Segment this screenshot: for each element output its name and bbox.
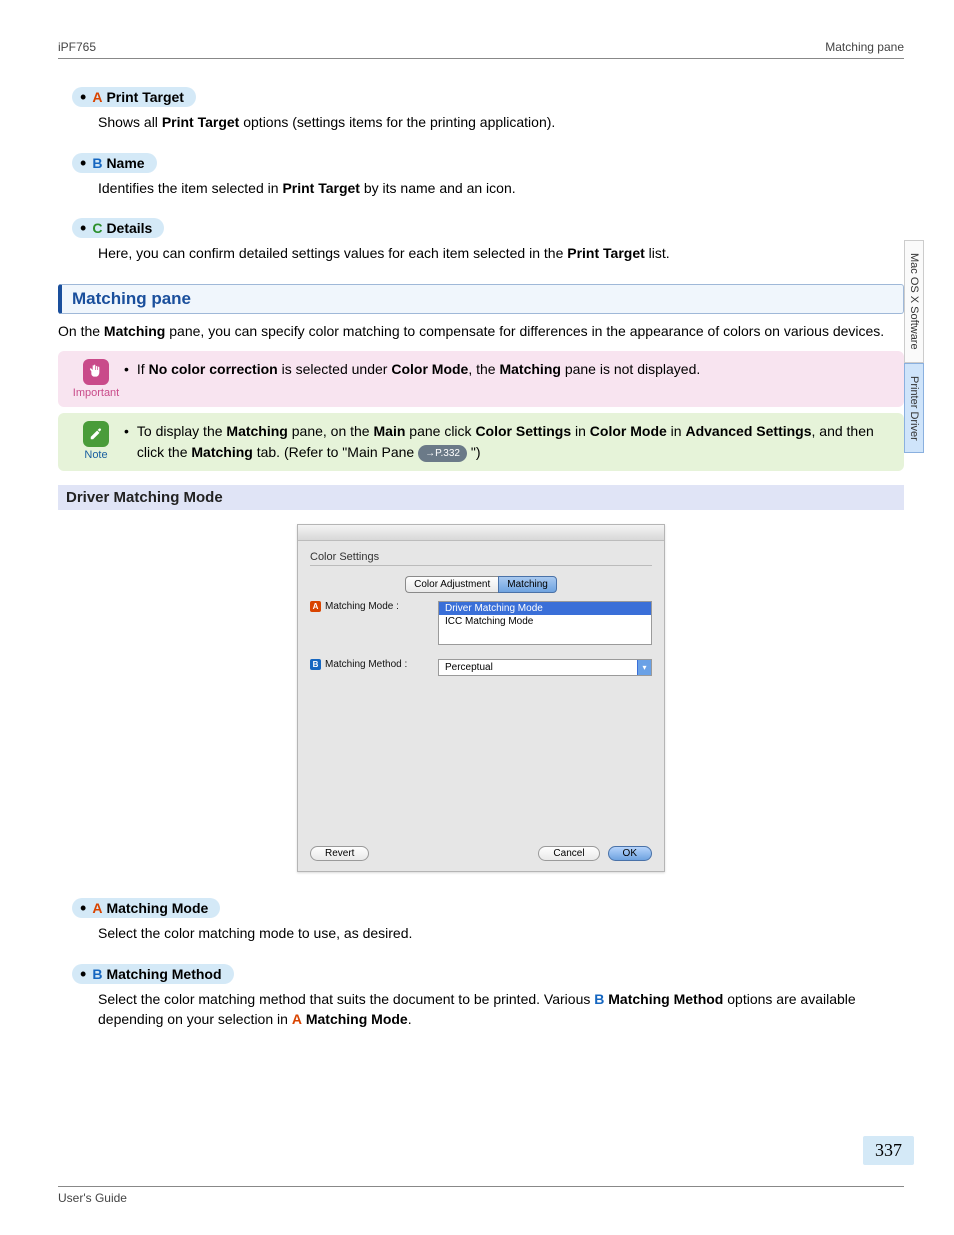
page-number: 337 (863, 1136, 914, 1165)
list-item[interactable]: ICC Matching Mode (439, 615, 651, 628)
tab-color-adjustment[interactable]: Color Adjustment (405, 576, 498, 593)
marker-a-icon: A (310, 601, 321, 612)
row-matching-method: B Matching Method : Perceptual ▾ (310, 659, 652, 676)
note-icon-col: Note (68, 421, 124, 461)
pill-name: • B Name (72, 153, 157, 173)
dialog-title: Color Settings (310, 551, 652, 566)
page-ref-link[interactable]: →P.332 (418, 445, 467, 462)
important-text: • If No color correction is selected und… (124, 359, 894, 380)
pill-matching-method: • B Matching Method (72, 964, 234, 984)
note-label: Note (68, 449, 124, 461)
pill-title: Details (106, 220, 152, 236)
item-b: • B Name Identifies the item selected in… (58, 145, 904, 199)
subheading-driver-matching-mode: Driver Matching Mode (58, 485, 904, 510)
pill-title: Matching Method (106, 966, 221, 982)
matching-method-select[interactable]: Perceptual ▾ (438, 659, 652, 676)
side-tab-mac-os-x-software[interactable]: Mac OS X Software (904, 240, 924, 363)
bullet-icon: • (124, 359, 129, 380)
bullet-icon: • (80, 91, 86, 103)
revert-button[interactable]: Revert (310, 846, 369, 861)
section-intro: On the Matching pane, you can specify co… (58, 322, 904, 342)
item-c-desc: Here, you can confirm detailed settings … (98, 244, 904, 264)
dialog-screenshot: Color Settings Color Adjustment Matching… (58, 524, 904, 872)
note-callout: Note • To display the Matching pane, on … (58, 413, 904, 471)
label-matching-mode: Matching Mode : (325, 602, 399, 613)
important-callout: Important • If No color correction is se… (58, 351, 904, 407)
item-a: • A Print Target Shows all Print Target … (58, 79, 904, 133)
pill-letter: A (92, 89, 102, 105)
row-matching-mode: A Matching Mode : Driver Matching Mode IC… (310, 601, 652, 645)
note-text: • To display the Matching pane, on the M… (124, 421, 894, 463)
ok-button[interactable]: OK (608, 846, 652, 861)
color-settings-dialog: Color Settings Color Adjustment Matching… (297, 524, 665, 872)
tab-matching[interactable]: Matching (498, 576, 557, 593)
pill-letter: B (92, 155, 102, 171)
pill-matching-mode: • A Matching Mode (72, 898, 220, 918)
item-b-desc: Identifies the item selected in Print Ta… (98, 179, 904, 199)
page-footer: User's Guide (58, 1186, 904, 1205)
list-item[interactable]: Driver Matching Mode (439, 602, 651, 615)
side-tabs: Mac OS X Software Printer Driver (904, 240, 926, 453)
dialog-footer: Revert Cancel OK (310, 840, 652, 861)
section-title: Matching pane (72, 289, 191, 308)
header-left: iPF765 (58, 40, 96, 54)
item-c: • C Details Here, you can confirm detail… (58, 210, 904, 264)
cancel-button[interactable]: Cancel (538, 846, 599, 861)
important-icon-col: Important (68, 359, 124, 399)
item-matching-method: • B Matching Method Select the color mat… (58, 956, 904, 1029)
bullet-icon: • (80, 902, 86, 914)
bullet-icon: • (124, 421, 129, 463)
bullet-icon: • (80, 222, 86, 234)
dialog-titlebar (298, 525, 664, 541)
dialog-tabs: Color Adjustment Matching (310, 576, 652, 593)
header-right: Matching pane (825, 40, 904, 54)
item-matching-method-desc: Select the color matching method that su… (98, 990, 904, 1029)
bullet-icon: • (80, 157, 86, 169)
pill-title: Name (106, 155, 144, 171)
page-header: iPF765 Matching pane (58, 40, 904, 59)
bullet-icon: • (80, 968, 86, 980)
pill-letter: B (92, 966, 102, 982)
pill-letter: A (92, 900, 102, 916)
pill-details: • C Details (72, 218, 164, 238)
pill-letter: C (92, 220, 102, 236)
footer-text: User's Guide (58, 1191, 127, 1205)
hand-icon (83, 359, 109, 385)
section-heading: Matching pane (58, 284, 904, 314)
label-matching-method: Matching Method : (325, 660, 407, 671)
pill-title: Print Target (106, 89, 184, 105)
pill-title: Matching Mode (106, 900, 208, 916)
side-tab-printer-driver[interactable]: Printer Driver (904, 363, 924, 454)
select-value: Perceptual (445, 662, 493, 673)
chevron-updown-icon: ▾ (637, 660, 651, 675)
matching-mode-listbox[interactable]: Driver Matching Mode ICC Matching Mode (438, 601, 652, 645)
pencil-icon (83, 421, 109, 447)
pill-print-target: • A Print Target (72, 87, 196, 107)
item-matching-mode: • A Matching Mode Select the color match… (58, 890, 904, 944)
marker-b-icon: B (310, 659, 321, 670)
important-label: Important (68, 387, 124, 399)
item-a-desc: Shows all Print Target options (settings… (98, 113, 904, 133)
item-matching-mode-desc: Select the color matching mode to use, a… (98, 924, 904, 944)
